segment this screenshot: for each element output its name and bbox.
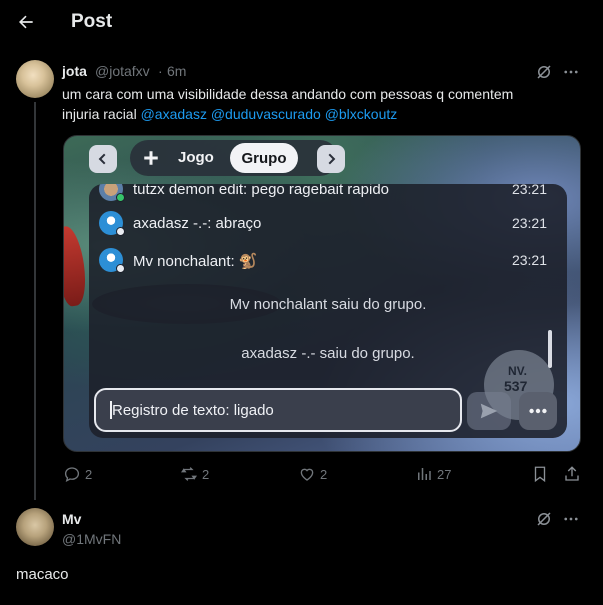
chevron-left-icon	[98, 153, 106, 165]
bookmark-icon	[534, 466, 546, 483]
plus-icon	[144, 151, 158, 165]
top-bar: Post	[0, 0, 603, 46]
more-button[interactable]	[561, 509, 581, 529]
more-horizontal-icon	[529, 408, 547, 414]
repost-icon	[180, 467, 198, 481]
reply-text: macaco	[16, 566, 69, 583]
chat-text-input[interactable]: Registro de texto: ligado	[94, 388, 462, 432]
mention-link[interactable]: @axadasz	[141, 106, 207, 122]
send-button[interactable]	[467, 392, 511, 430]
chat-message: tutzx demon edit: pego ragebait rapido 2…	[89, 184, 567, 204]
views-icon	[418, 468, 431, 480]
share-button[interactable]	[562, 464, 582, 484]
heart-icon	[300, 468, 314, 481]
avatar[interactable]	[16, 508, 54, 546]
chat-input-text: Registro de texto: ligado	[112, 402, 274, 419]
prev-tab-button[interactable]	[89, 145, 117, 173]
back-button[interactable]	[14, 10, 38, 34]
views-count: 27	[437, 467, 452, 482]
author-name[interactable]: jota	[62, 63, 87, 79]
next-tab-button[interactable]	[317, 145, 345, 173]
grok-icon	[537, 65, 551, 79]
thread-connector	[34, 102, 36, 500]
repost-button[interactable]	[179, 464, 199, 484]
chat-scrollbar[interactable]	[548, 330, 552, 368]
chat-message-time: 23:21	[511, 215, 547, 231]
grok-button[interactable]	[534, 62, 554, 82]
chat-message-text: axadasz -.-: abraço	[133, 215, 262, 232]
repost-count: 2	[202, 467, 210, 482]
reply-author-name[interactable]: Mv	[62, 511, 81, 527]
chat-avatar	[99, 211, 125, 236]
more-horizontal-icon	[564, 517, 578, 521]
tweet-text: um cara com uma visibilidade dessa andan…	[62, 84, 582, 124]
chat-avatar	[99, 248, 125, 273]
reply-button[interactable]	[62, 464, 82, 484]
more-horizontal-icon	[564, 70, 578, 74]
chevron-right-icon	[328, 153, 336, 165]
tweet-text-line2: injuria racial	[62, 106, 137, 122]
tweet-media-image[interactable]: Jogo Grupo tutzx demon edit: pego rageba…	[63, 135, 581, 452]
system-message: Mv nonchalant saiu do grupo.	[229, 296, 427, 313]
mention-link[interactable]: @blxckoutz	[325, 106, 398, 122]
page-title: Post	[71, 11, 113, 32]
chat-message-text: Mv nonchalant: 🐒	[133, 253, 258, 270]
add-tab-button[interactable]	[140, 146, 162, 170]
tab-grupo[interactable]: Grupo	[230, 143, 298, 173]
more-button[interactable]	[561, 62, 581, 82]
background-shape	[64, 224, 90, 308]
share-icon	[565, 466, 579, 481]
mention-link[interactable]: @duduvascurado	[211, 106, 321, 122]
tweet-text-line1: um cara com uma visibilidade dessa andan…	[62, 86, 514, 102]
author-handle[interactable]: @jotafxv	[95, 63, 150, 79]
grok-button[interactable]	[534, 509, 554, 529]
chat-message-time: 23:21	[511, 252, 547, 268]
tweet-time[interactable]: 6m	[167, 63, 186, 79]
like-count: 2	[320, 467, 328, 482]
reply-icon	[64, 467, 80, 483]
chat-message: axadasz -.-: abraço 23:21	[89, 210, 567, 238]
chat-avatar	[99, 184, 125, 202]
send-icon	[480, 403, 498, 419]
level-value: 537	[504, 378, 528, 394]
arrow-left-icon	[19, 15, 33, 29]
reply-count: 2	[85, 467, 93, 482]
chat-message-text: tutzx demon edit: pego ragebait rapido	[133, 184, 390, 198]
avatar[interactable]	[16, 60, 54, 98]
views-button[interactable]	[414, 464, 434, 484]
separator-dot: ·	[158, 63, 163, 79]
tab-jogo[interactable]: Jogo	[178, 149, 214, 166]
bookmark-button[interactable]	[530, 464, 550, 484]
reply-author-handle[interactable]: @1MvFN	[62, 531, 121, 547]
like-button[interactable]	[297, 464, 317, 484]
grok-icon	[537, 512, 551, 526]
level-label: NV.	[508, 364, 527, 378]
chat-message-time: 23:21	[511, 184, 547, 197]
chat-more-button[interactable]	[519, 392, 557, 430]
chat-message: Mv nonchalant: 🐒 23:21	[89, 247, 567, 275]
